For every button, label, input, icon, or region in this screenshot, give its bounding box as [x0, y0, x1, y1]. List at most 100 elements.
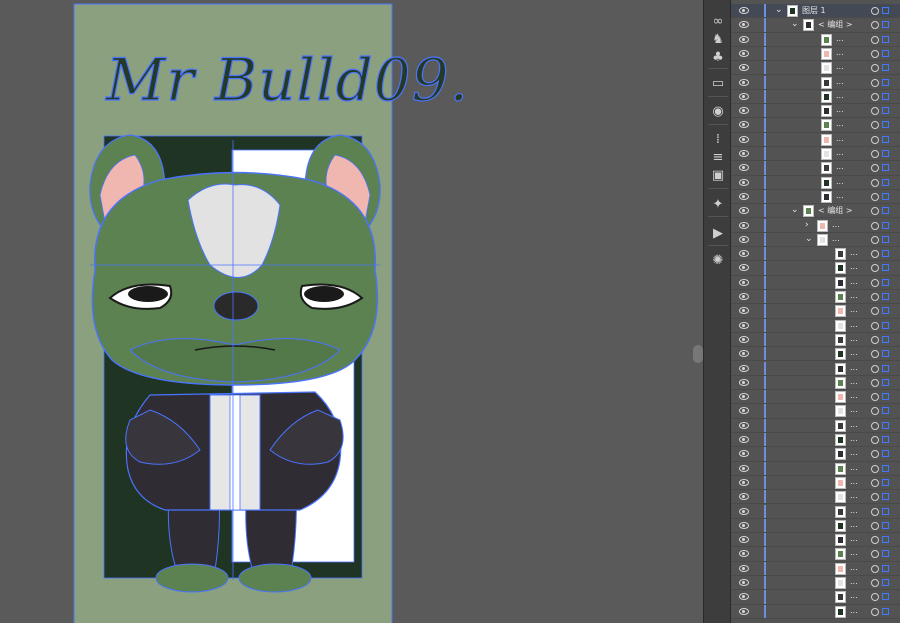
layer-row[interactable]: ...: [731, 290, 900, 305]
selection-square-icon[interactable]: [882, 378, 889, 386]
chevron-icon[interactable]: ⌄: [775, 5, 783, 15]
layer-row[interactable]: ⌄...: [731, 232, 900, 248]
target-circle-icon[interactable]: [871, 64, 879, 73]
layer-row[interactable]: ...: [731, 247, 900, 262]
selection-square-icon[interactable]: [882, 607, 889, 615]
chevron-icon[interactable]: ⌄: [791, 205, 799, 215]
target-circle-icon[interactable]: [871, 178, 879, 187]
target-circle-icon[interactable]: [871, 421, 879, 430]
layer-row[interactable]: ...: [731, 189, 900, 205]
layer-row[interactable]: ...: [731, 433, 900, 448]
selection-square-icon[interactable]: [882, 78, 889, 86]
color-wheel-icon[interactable]: ◉: [710, 104, 726, 120]
layer-row[interactable]: ...: [731, 318, 900, 333]
artboard-canvas[interactable]: Mr Bulld09.: [0, 0, 693, 623]
layer-row[interactable]: ...: [731, 46, 900, 62]
eye-icon[interactable]: [739, 150, 749, 157]
layer-row[interactable]: ...: [731, 475, 900, 491]
target-circle-icon[interactable]: [871, 521, 879, 530]
selection-square-icon[interactable]: [882, 407, 889, 415]
target-circle-icon[interactable]: [871, 550, 879, 559]
eye-icon[interactable]: [739, 250, 749, 258]
layer-row[interactable]: ...: [731, 547, 900, 562]
eye-icon[interactable]: [739, 464, 749, 472]
selection-square-icon[interactable]: [882, 493, 889, 501]
selection-square-icon[interactable]: [882, 178, 889, 186]
selection-square-icon[interactable]: [882, 364, 889, 372]
play-icon[interactable]: ▶: [710, 226, 726, 242]
selection-square-icon[interactable]: [882, 21, 889, 29]
selection-square-icon[interactable]: [882, 335, 889, 343]
target-circle-icon[interactable]: [871, 78, 879, 87]
chevron-icon[interactable]: ›: [805, 220, 809, 230]
puppet-icon[interactable]: ♞: [710, 32, 726, 48]
layer-row[interactable]: ...: [731, 147, 900, 162]
layer-row[interactable]: ...: [731, 418, 900, 433]
eye-icon[interactable]: [739, 393, 749, 401]
selection-square-icon[interactable]: [882, 550, 889, 558]
eye-icon[interactable]: [739, 7, 749, 14]
selection-square-icon[interactable]: [882, 264, 889, 272]
layer-row[interactable]: ...: [731, 561, 900, 576]
selection-square-icon[interactable]: [882, 278, 889, 286]
layer-row[interactable]: ⌄ < 编组 >: [731, 204, 900, 219]
eye-icon[interactable]: [739, 421, 749, 429]
chevron-icon[interactable]: ⌄: [805, 234, 813, 244]
selection-square-icon[interactable]: [882, 121, 889, 129]
selection-square-icon[interactable]: [882, 49, 889, 57]
eye-icon[interactable]: [739, 49, 749, 57]
layer-row[interactable]: ...: [731, 504, 900, 519]
selection-square-icon[interactable]: [882, 35, 889, 43]
target-circle-icon[interactable]: [871, 278, 879, 287]
target-circle-icon[interactable]: [871, 335, 879, 344]
eye-icon[interactable]: [739, 164, 749, 172]
eye-icon[interactable]: [739, 593, 749, 601]
eye-icon[interactable]: [739, 235, 749, 243]
selection-square-icon[interactable]: [882, 135, 889, 143]
selection-square-icon[interactable]: [882, 579, 889, 586]
eye-icon[interactable]: [739, 135, 749, 143]
eye-icon[interactable]: [739, 207, 749, 215]
target-circle-icon[interactable]: [871, 207, 879, 216]
selection-square-icon[interactable]: [882, 536, 889, 544]
selection-square-icon[interactable]: [882, 421, 889, 429]
scrollbar-thumb[interactable]: [693, 345, 703, 363]
eye-icon[interactable]: [739, 307, 749, 315]
layer-row[interactable]: ...: [731, 261, 900, 276]
layer-row[interactable]: ...: [731, 132, 900, 147]
pathfinder-icon[interactable]: ▣: [710, 168, 726, 184]
sun-icon[interactable]: ✺: [710, 253, 726, 269]
selection-square-icon[interactable]: [882, 521, 889, 529]
layer-row[interactable]: ...: [731, 590, 900, 605]
target-circle-icon[interactable]: [871, 307, 879, 316]
eye-icon[interactable]: [739, 92, 749, 100]
layer-row[interactable]: ...: [731, 118, 900, 133]
eye-icon[interactable]: [739, 450, 749, 458]
eye-icon[interactable]: [739, 350, 749, 358]
layer-row[interactable]: ...: [731, 375, 900, 391]
eye-icon[interactable]: [739, 293, 749, 300]
layer-row[interactable]: ...: [731, 104, 900, 119]
magic-wand-icon[interactable]: ✦: [710, 197, 726, 213]
target-circle-icon[interactable]: [871, 593, 879, 602]
align-left-icon[interactable]: ≡: [710, 150, 726, 166]
target-circle-icon[interactable]: [871, 135, 879, 144]
layer-row[interactable]: ...: [731, 161, 900, 176]
artboard[interactable]: Mr Bulld09.: [0, 0, 693, 623]
layer-row[interactable]: ⌄ 图层 1: [731, 4, 900, 19]
eye-icon[interactable]: [739, 536, 749, 544]
eye-icon[interactable]: [739, 407, 749, 415]
selection-square-icon[interactable]: [882, 507, 889, 515]
layer-row[interactable]: ...: [731, 361, 900, 376]
target-circle-icon[interactable]: [871, 21, 879, 30]
layer-row[interactable]: ...: [731, 533, 900, 548]
selection-square-icon[interactable]: [882, 250, 889, 258]
eye-icon[interactable]: [739, 78, 749, 86]
target-circle-icon[interactable]: [871, 507, 879, 516]
target-circle-icon[interactable]: [871, 450, 879, 459]
chevron-icon[interactable]: ⌄: [791, 19, 799, 29]
layer-row[interactable]: ...: [731, 518, 900, 534]
target-circle-icon[interactable]: [871, 35, 879, 44]
selection-square-icon[interactable]: [882, 393, 889, 401]
layer-row[interactable]: ...: [731, 32, 900, 47]
